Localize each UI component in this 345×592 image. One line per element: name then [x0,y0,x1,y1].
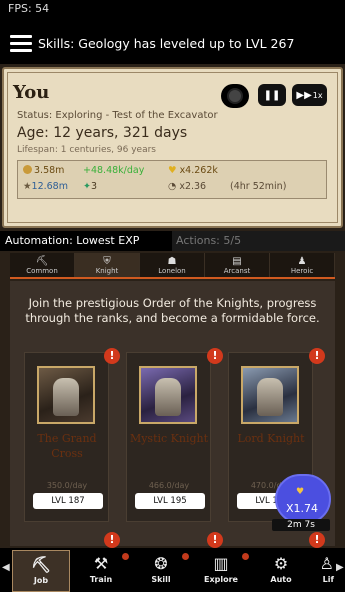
nav-label: Job [33,576,49,585]
coin-icon [23,165,32,174]
tab-label: Common [26,267,58,275]
tab-label: Heroic [290,267,314,275]
nav-life[interactable]: ♙ Lif [304,550,334,592]
fps-counter: FPS: 54 [8,2,50,15]
boost-timer: 2m 7s [272,519,330,531]
job-portrait [241,366,299,424]
speed-label: 1x [312,90,323,100]
tab-heroic[interactable]: ♟ Heroic [270,253,335,277]
coins-value: 3.58m [34,165,65,176]
job-name: Mystic Knight [129,432,209,445]
job-portrait [37,366,95,424]
pause-icon: ❚❚ [263,89,281,101]
nav-auto[interactable]: ⚙ Auto [252,550,310,592]
tab-label: Knight [95,267,119,275]
pickaxe-icon: ⛏ [35,256,49,267]
notification-text: Skills: Geology has leveled up to LVL 26… [38,36,295,51]
job-card-mystic-knight[interactable]: Mystic Knight 466.0/day LVL 195 [126,352,211,522]
life-icon: ♙ [319,554,334,573]
gear-icon: ⚙ [273,554,289,573]
alert-icon: ! [309,532,325,548]
multiplier-stat: ◔ x2.36 [168,181,206,192]
heart-icon: ♥ [296,487,305,497]
favor-value: x4.262k [179,165,218,176]
boost-value: X1.74 [286,502,319,515]
boost-button[interactable] [275,474,331,524]
alert-icon: ! [207,348,223,364]
tab-label: Lonelon [158,267,186,275]
job-level[interactable]: LVL 187 [33,493,103,509]
job-pay: 350.0/day [46,481,88,490]
nav-label: Skill [151,575,171,584]
automation-button[interactable]: Automation: Lowest EXP [5,234,139,247]
fast-forward-button[interactable]: ▶▶ 1x [292,84,327,106]
heart-icon: ♥ [168,165,177,176]
menu-icon[interactable] [10,35,32,53]
fast-forward-icon: ▶▶ [296,89,312,101]
alert-icon: ! [309,348,325,364]
record-button[interactable] [221,84,249,108]
lifespan-text: Lifespan: 1 centuries, 96 years [17,145,156,155]
tab-arcanst[interactable]: ▤ Arcanst [205,253,270,277]
category-intro: Join the prestigious Order of the Knight… [25,296,320,325]
tab-common[interactable]: ⛏ Common [10,253,75,277]
hero-icon: ♟ [297,256,307,267]
category-tabs: ⛏ Common ⛨ Knight ☗ Lonelon ▤ Arcanst ♟ Heroi… [10,253,335,279]
nav-right-arrow-icon[interactable]: ▶ [336,562,344,573]
income-stat: +48.48k/day [83,165,145,176]
sparks-stat: ✦3 [83,181,97,192]
nav-job[interactable]: ⛏ Job [12,550,70,592]
job-level[interactable]: LVL 195 [135,493,205,509]
alert-icon: ! [207,532,223,548]
star-icon: ★ [23,181,32,192]
pause-button[interactable]: ❚❚ [258,84,286,106]
notification-dot [242,553,249,560]
book-icon: ▤ [232,256,242,267]
nav-left-arrow-icon[interactable]: ◀ [2,562,10,573]
pickaxe-icon: ⛏ [30,555,52,574]
job-card-grand-cross[interactable]: The Grand Cross 350.0/day LVL 187 [24,352,109,522]
stars-value: 12.68m [31,181,68,192]
alert-icon: ! [104,348,120,364]
age-text: Age: 12 years, 321 days [17,125,188,141]
tab-label: Arcanst [223,267,251,275]
job-pay: 466.0/day [148,481,190,490]
coins-stat: 3.58m [23,165,64,176]
job-portrait [139,366,197,424]
favor-stat: ♥ x4.262k [168,165,218,176]
clock-icon: ◔ [168,181,177,192]
hood-icon: ☗ [167,256,177,267]
job-name: The Grand Cross [37,432,97,460]
duration-stat: (4hr 52min) [230,181,287,192]
nav-label: Lif [322,575,334,584]
status-text: Status: Exploring - Test of the Excavato… [17,110,218,121]
notification-dot [122,553,129,560]
multiplier-value: x2.36 [179,181,207,192]
job-name: Lord Knight [237,432,305,445]
tab-knight[interactable]: ⛨ Knight [75,253,140,277]
actions-counter[interactable]: Actions: 5/5 [172,231,345,251]
stars-stat: ★12.68m [23,181,68,192]
nav-label: Auto [270,575,292,584]
helmet-icon: ⛨ [103,256,111,267]
spark-icon: ✦ [83,181,91,192]
notification-dot [182,553,189,560]
tab-lonelon[interactable]: ☗ Lonelon [140,253,205,277]
alert-icon: ! [104,532,120,548]
sparks-value: 3 [90,181,98,192]
top-bar [0,0,345,64]
nav-label: Explore [204,575,238,584]
nav-label: Train [89,575,113,584]
character-name: You [13,82,50,103]
